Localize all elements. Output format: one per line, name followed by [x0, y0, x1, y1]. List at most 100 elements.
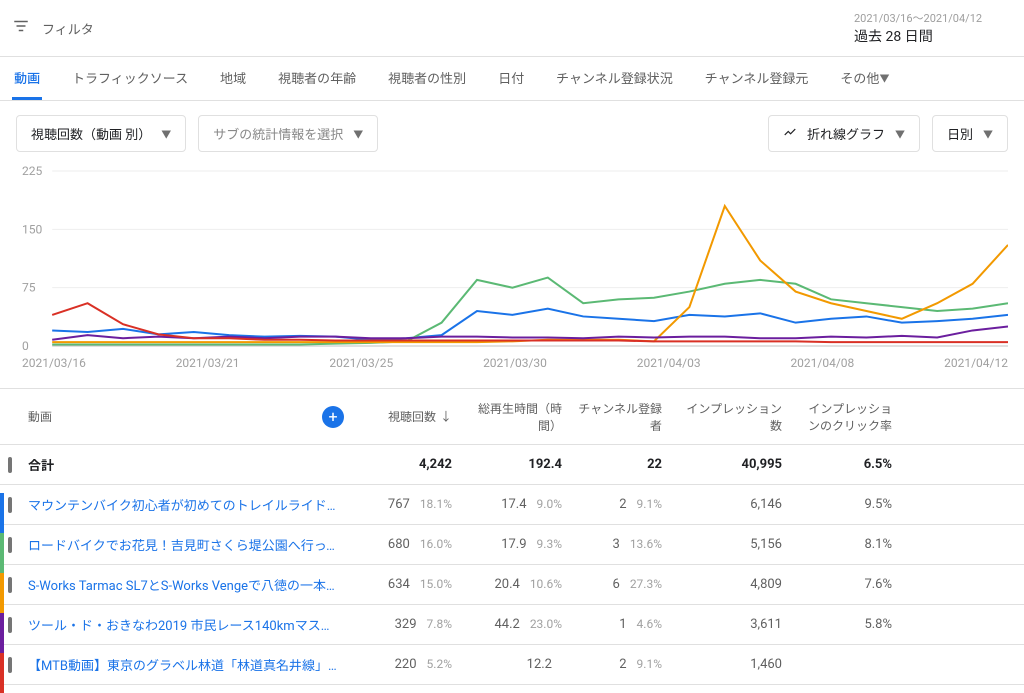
video-title-link[interactable]: ツール・ド・おきなわ2019 市民レース140kmマスターズ【全行程…	[28, 615, 342, 634]
granularity-selector[interactable]: 日別▼	[932, 115, 1008, 152]
cell-views: 3297.8%	[350, 613, 460, 636]
video-title-link[interactable]: ロードバイクでお花見！吉見町さくら堤公園へ行ってみた	[28, 535, 342, 554]
checkbox-all[interactable]	[8, 457, 12, 473]
chevron-down-icon: ▼	[895, 126, 905, 141]
top-bar: フィルタ 2021/03/16～2021/04/12 過去 28 日間	[0, 0, 1024, 57]
row-checkbox[interactable]	[8, 497, 12, 513]
chart-type-selector[interactable]: 折れ線グラフ▼	[768, 115, 920, 152]
cell-subs: 627.3%	[570, 573, 670, 596]
svg-text:0: 0	[22, 339, 29, 353]
tab-date[interactable]: 日付	[496, 57, 526, 100]
cell-watch: 17.99.3%	[460, 533, 570, 556]
cell-impr: 4,809	[670, 573, 790, 596]
total-ctr: 6.5%	[790, 453, 900, 476]
cell-subs: 14.6%	[570, 613, 670, 636]
date-range-text: 2021/03/16～2021/04/12	[854, 10, 1000, 26]
series-color-marker	[0, 493, 4, 533]
cell-watch: 20.410.6%	[460, 573, 570, 596]
col-impressions[interactable]: インプレッション数	[670, 396, 790, 438]
row-checkbox[interactable]	[8, 577, 12, 593]
tab-subscription-source[interactable]: チャンネル登録元	[703, 57, 811, 100]
table-row[interactable]: ロードバイクでお花見！吉見町さくら堤公園へ行ってみた 68016.0% 17.9…	[0, 525, 1024, 565]
cell-watch: 17.49.0%	[460, 493, 570, 516]
date-range-picker[interactable]: 2021/03/16～2021/04/12 過去 28 日間	[842, 6, 1012, 50]
chevron-down-icon: ▼	[983, 126, 993, 141]
tab-more[interactable]: その他 ▼	[838, 57, 891, 100]
x-axis-label: 2021/03/21	[176, 356, 240, 370]
add-metric-button[interactable]: +	[322, 406, 344, 428]
cell-watch: 44.223.0%	[460, 613, 570, 636]
col-subscribers[interactable]: チャンネル登録者	[570, 396, 670, 438]
tab-subscription-status[interactable]: チャンネル登録状況	[554, 57, 675, 100]
sort-desc-icon: ↓	[440, 410, 452, 424]
total-views: 4,242	[350, 453, 460, 476]
row-checkbox[interactable]	[8, 657, 12, 673]
video-title-link[interactable]: S-Works Tarmac SL7とS-Works Vengeで八徳の一本桜を…	[28, 575, 342, 594]
cell-ctr: 7.6%	[790, 573, 900, 596]
cell-subs: 313.6%	[570, 533, 670, 556]
series-color-marker	[0, 573, 4, 613]
series-color-marker	[0, 653, 4, 693]
tab-geography[interactable]: 地域	[218, 57, 248, 100]
svg-text:150: 150	[22, 222, 43, 236]
x-axis-label: 2021/04/12	[944, 356, 1008, 370]
video-title-link[interactable]: 【MTB動画】東京のグラベル林道「林道真名井線」をマウンテン…	[28, 655, 342, 674]
cell-ctr	[790, 661, 900, 669]
cell-subs: 29.1%	[570, 493, 670, 516]
table-row[interactable]: マウンテンバイク初心者が初めてのトレイルライドに行ってみた！ 76718.1% …	[0, 485, 1024, 525]
tab-viewer-gender[interactable]: 視聴者の性別	[386, 57, 468, 100]
row-checkbox[interactable]	[8, 617, 12, 633]
table-row[interactable]: S-Works Tarmac SL7とS-Works Vengeで八徳の一本桜を…	[0, 565, 1024, 605]
table-row[interactable]: ツール・ド・おきなわ2019 市民レース140kmマスターズ【全行程… 3297…	[0, 605, 1024, 645]
cell-views: 68016.0%	[350, 533, 460, 556]
chart-toolbar: 視聴回数（動画 別）▼ サブの統計情報を選択▼ 折れ線グラフ▼ 日別▼	[0, 101, 1024, 166]
chart-series-line	[52, 309, 1008, 340]
svg-text:75: 75	[22, 281, 36, 295]
total-watch: 192.4	[460, 453, 570, 476]
chart-series-line	[52, 206, 1008, 342]
secondary-metric-selector[interactable]: サブの統計情報を選択▼	[198, 115, 378, 152]
chevron-down-icon: ▼	[879, 70, 889, 85]
cell-views: 76718.1%	[350, 493, 460, 516]
table-row-total: 合計 4,242 192.4 22 40,995 6.5%	[0, 445, 1024, 485]
total-label: 合計	[28, 455, 54, 474]
table-row[interactable]: 【MTB動画】東京のグラベル林道「林道真名井線」をマウンテン… 2205.2% …	[0, 645, 1024, 685]
line-chart: 0 75 150 225	[0, 166, 1024, 356]
tab-traffic-source[interactable]: トラフィックソース	[70, 57, 190, 100]
video-title-link[interactable]: マウンテンバイク初心者が初めてのトレイルライドに行ってみた！	[28, 495, 342, 514]
cell-ctr: 5.8%	[790, 613, 900, 636]
col-ctr[interactable]: インプレッションのクリック率	[790, 396, 900, 438]
x-axis-label: 2021/04/08	[790, 356, 854, 370]
series-color-marker	[0, 613, 4, 653]
dimension-tabs: 動画 トラフィックソース 地域 視聴者の年齢 視聴者の性別 日付 チャンネル登録…	[0, 57, 1024, 101]
x-axis-label: 2021/03/25	[329, 356, 393, 370]
cell-views: 2205.2%	[350, 653, 460, 676]
cell-impr: 6,146	[670, 493, 790, 516]
col-video[interactable]: 動画 +	[20, 404, 350, 429]
col-watch-time[interactable]: 総再生時間（時間）	[460, 396, 570, 438]
data-table: 動画 + 視聴回数↓ 総再生時間（時間） チャンネル登録者 インプレッション数 …	[0, 388, 1024, 685]
chart-svg: 0 75 150 225	[22, 166, 1008, 356]
primary-metric-selector[interactable]: 視聴回数（動画 別）▼	[16, 115, 186, 152]
filter-label[interactable]: フィルタ	[42, 19, 94, 38]
cell-ctr: 8.1%	[790, 533, 900, 556]
filter-icon[interactable]	[12, 17, 30, 40]
cell-impr: 5,156	[670, 533, 790, 556]
line-chart-icon	[783, 125, 797, 143]
cell-subs: 29.1%	[570, 653, 670, 676]
chart-series-line	[52, 303, 1008, 342]
total-subs: 22	[570, 453, 670, 476]
cell-watch: 12.2	[460, 653, 570, 676]
series-color-marker	[0, 533, 4, 573]
svg-text:225: 225	[22, 166, 43, 178]
x-axis-label: 2021/04/03	[637, 356, 701, 370]
tab-video[interactable]: 動画	[12, 57, 42, 100]
cell-ctr: 9.5%	[790, 493, 900, 516]
col-views[interactable]: 視聴回数↓	[350, 404, 460, 429]
row-checkbox[interactable]	[8, 537, 12, 553]
chevron-down-icon: ▼	[353, 126, 363, 141]
chart-x-axis: 2021/03/16 2021/03/21 2021/03/25 2021/03/30…	[0, 356, 1024, 370]
tab-viewer-age[interactable]: 視聴者の年齢	[276, 57, 358, 100]
x-axis-label: 2021/03/16	[22, 356, 86, 370]
x-axis-label: 2021/03/30	[483, 356, 547, 370]
